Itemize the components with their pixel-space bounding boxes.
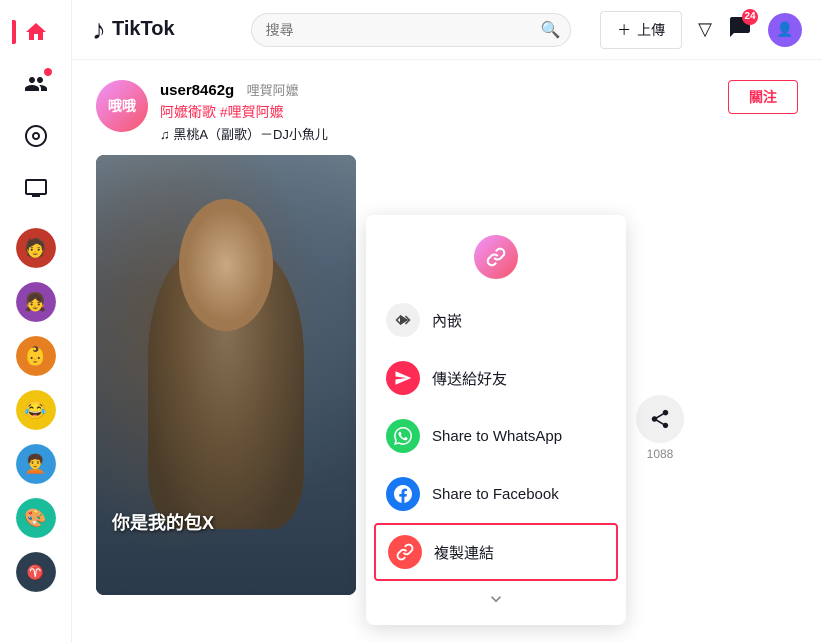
filter-icon[interactable]: ▽ — [698, 19, 712, 40]
topnav-actions: ＋ 上傳 ▽ 24 👤 — [600, 11, 802, 49]
post-username[interactable]: user8462g — [160, 82, 234, 99]
embed-icon — [386, 303, 420, 337]
post-avatar-image: 哦哦 — [96, 80, 148, 132]
link-icon — [388, 535, 422, 569]
post-header: 哦哦 user8462g 哩賀阿嬤 阿嬤衛歌 #哩賀阿嬤 ♫ 黑桃A（副歌）－D… — [96, 80, 798, 143]
share-copylink[interactable]: 複製連結 — [374, 523, 618, 581]
share-embed[interactable]: 內嵌 — [366, 291, 626, 349]
post-caption: 阿嬤衛歌 #哩賀阿嬤 — [160, 102, 716, 122]
post-info: user8462g 哩賀阿嬤 阿嬤衛歌 #哩賀阿嬤 ♫ 黑桃A（副歌）－DJ小魚… — [160, 80, 716, 143]
follow-button[interactable]: 關注 — [728, 80, 798, 114]
video-share-wrapper: 你是我的包X — [96, 155, 798, 595]
sidebar-avatar-1[interactable]: 🧑 — [14, 226, 58, 270]
sidebar-item-live[interactable] — [12, 164, 60, 212]
sidebar-avatar-3[interactable]: 👶 — [14, 334, 58, 378]
user-avatar-top[interactable]: 👤 — [768, 13, 802, 47]
copylink-label: 複製連結 — [434, 542, 494, 563]
sidebar-item-home[interactable] — [12, 8, 60, 56]
post-caption-text: 阿嬤衛歌 #哩賀阿嬤 — [160, 104, 284, 120]
share-link-icon[interactable] — [474, 235, 518, 279]
top-navigation: ♪ TikTok 🔍 ＋ 上傳 ▽ 24 👤 — [72, 0, 822, 60]
share-action-button[interactable]: 1088 — [636, 395, 684, 461]
facebook-icon — [386, 477, 420, 511]
video-overlay-text: 你是我的包X — [112, 513, 214, 533]
logo-text: TikTok — [112, 18, 175, 41]
notification-button[interactable]: 24 — [728, 15, 752, 45]
search-icon[interactable]: 🔍 — [541, 20, 561, 40]
share-icon-circle — [636, 395, 684, 443]
post-avatar[interactable]: 哦哦 — [96, 80, 148, 132]
logo: ♪ TikTok — [92, 14, 175, 46]
send-icon — [386, 361, 420, 395]
sidebar-avatar-2[interactable]: 👧 — [14, 280, 58, 324]
post-music: ♫ 黑桃A（副歌）－DJ小魚儿 — [160, 124, 716, 143]
send-label: 傳送給好友 — [432, 368, 507, 389]
notification-dot — [44, 68, 52, 76]
content-area: 哦哦 user8462g 哩賀阿嬤 阿嬤衛歌 #哩賀阿嬤 ♫ 黑桃A（副歌）－D… — [72, 60, 822, 642]
whatsapp-icon — [386, 419, 420, 453]
action-buttons: 1088 — [636, 395, 684, 461]
user-avatar-image: 👤 — [776, 21, 793, 38]
sidebar-item-explore[interactable] — [12, 112, 60, 160]
share-count: 1088 — [647, 447, 674, 461]
post-display-name: 哩賀阿嬤 — [247, 83, 299, 98]
tiktok-logo-icon: ♪ — [92, 14, 106, 46]
share-facebook[interactable]: Share to Facebook — [366, 465, 626, 523]
post-username-line: user8462g 哩賀阿嬤 — [160, 80, 716, 100]
sidebar-avatar-6[interactable]: 🎨 — [14, 496, 58, 540]
search-input[interactable] — [251, 13, 571, 47]
sidebar-item-friends[interactable] — [12, 60, 60, 108]
app-container: 🧑 👧 👶 😂 🧑‍🦱 🎨 ♈ — [0, 0, 822, 642]
search-bar: 🔍 — [251, 13, 571, 47]
main-area: ♪ TikTok 🔍 ＋ 上傳 ▽ 24 👤 — [72, 0, 822, 642]
share-send[interactable]: 傳送給好友 — [366, 349, 626, 407]
upload-label: 上傳 — [637, 20, 665, 40]
feed: 哦哦 user8462g 哩賀阿嬤 阿嬤衛歌 #哩賀阿嬤 ♫ 黑桃A（副歌）－D… — [72, 60, 822, 642]
sidebar-avatar-5[interactable]: 🧑‍🦱 — [14, 442, 58, 486]
facebook-label: Share to Facebook — [432, 486, 559, 503]
share-icons-row — [366, 223, 626, 291]
whatsapp-label: Share to WhatsApp — [432, 428, 562, 445]
plus-icon: ＋ — [617, 20, 631, 40]
sidebar-avatar-4[interactable]: 😂 — [14, 388, 58, 432]
video-player[interactable]: 你是我的包X — [96, 155, 356, 595]
sidebar-avatar-7[interactable]: ♈ — [14, 550, 58, 594]
share-panel: 內嵌 傳送給好友 Share to WhatsA — [366, 215, 626, 625]
notification-badge: 24 — [742, 9, 758, 25]
sidebar: 🧑 👧 👶 😂 🧑‍🦱 🎨 ♈ — [0, 0, 72, 642]
video-thumbnail: 你是我的包X — [96, 155, 356, 595]
share-whatsapp[interactable]: Share to WhatsApp — [366, 407, 626, 465]
video-text-overlay: 你是我的包X — [112, 509, 214, 535]
upload-button[interactable]: ＋ 上傳 — [600, 11, 682, 49]
share-more-button[interactable] — [366, 581, 626, 617]
embed-label: 內嵌 — [432, 310, 462, 331]
